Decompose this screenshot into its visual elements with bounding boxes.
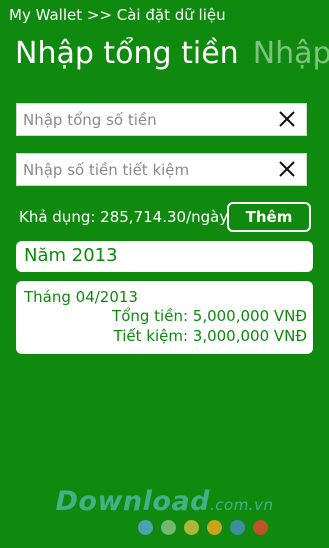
month-savings-line: Tiết kiệm: 3,000,000 VNĐ <box>113 327 307 345</box>
pivot-header: Nhập tổng tiền Nhập <box>15 36 329 71</box>
month-total-line: Tổng tiền: 5,000,000 VNĐ <box>112 307 307 325</box>
watermark-dot <box>184 520 199 535</box>
watermark-dot <box>230 520 245 535</box>
clear-icon[interactable] <box>276 158 298 180</box>
year-label: Năm 2013 <box>24 245 118 266</box>
watermark-dot <box>138 520 153 535</box>
watermark-dot <box>161 520 176 535</box>
year-group-header[interactable]: Năm 2013 <box>16 241 313 272</box>
available-per-day-text: Khả dụng: 285,714.30/ngày <box>19 208 229 226</box>
pivot-item-next[interactable]: Nhập <box>253 36 329 71</box>
watermark-tld: .com.vn <box>210 496 274 514</box>
savings-amount-placeholder: Nhập số tiền tiết kiệm <box>23 161 190 179</box>
add-button[interactable]: Thêm <box>227 202 311 232</box>
total-amount-field[interactable]: Nhập tổng số tiền <box>16 103 307 136</box>
month-entry-card[interactable]: Tháng 04/2013 Tổng tiền: 5,000,000 VNĐ T… <box>16 281 313 354</box>
pivot-item-nhap-tong-tien[interactable]: Nhập tổng tiền <box>15 36 239 71</box>
watermark-dot <box>253 520 268 535</box>
watermark-brand: Download <box>55 486 210 517</box>
download-watermark-logo: Download.com.vn <box>0 486 329 517</box>
savings-amount-field[interactable]: Nhập số tiền tiết kiệm <box>16 153 307 186</box>
watermark-dot <box>207 520 222 535</box>
breadcrumb: My Wallet >> Cài đặt dữ liệu <box>9 6 226 24</box>
total-amount-placeholder: Nhập tổng số tiền <box>23 111 157 129</box>
month-title: Tháng 04/2013 <box>24 288 138 306</box>
clear-icon[interactable] <box>276 108 298 130</box>
